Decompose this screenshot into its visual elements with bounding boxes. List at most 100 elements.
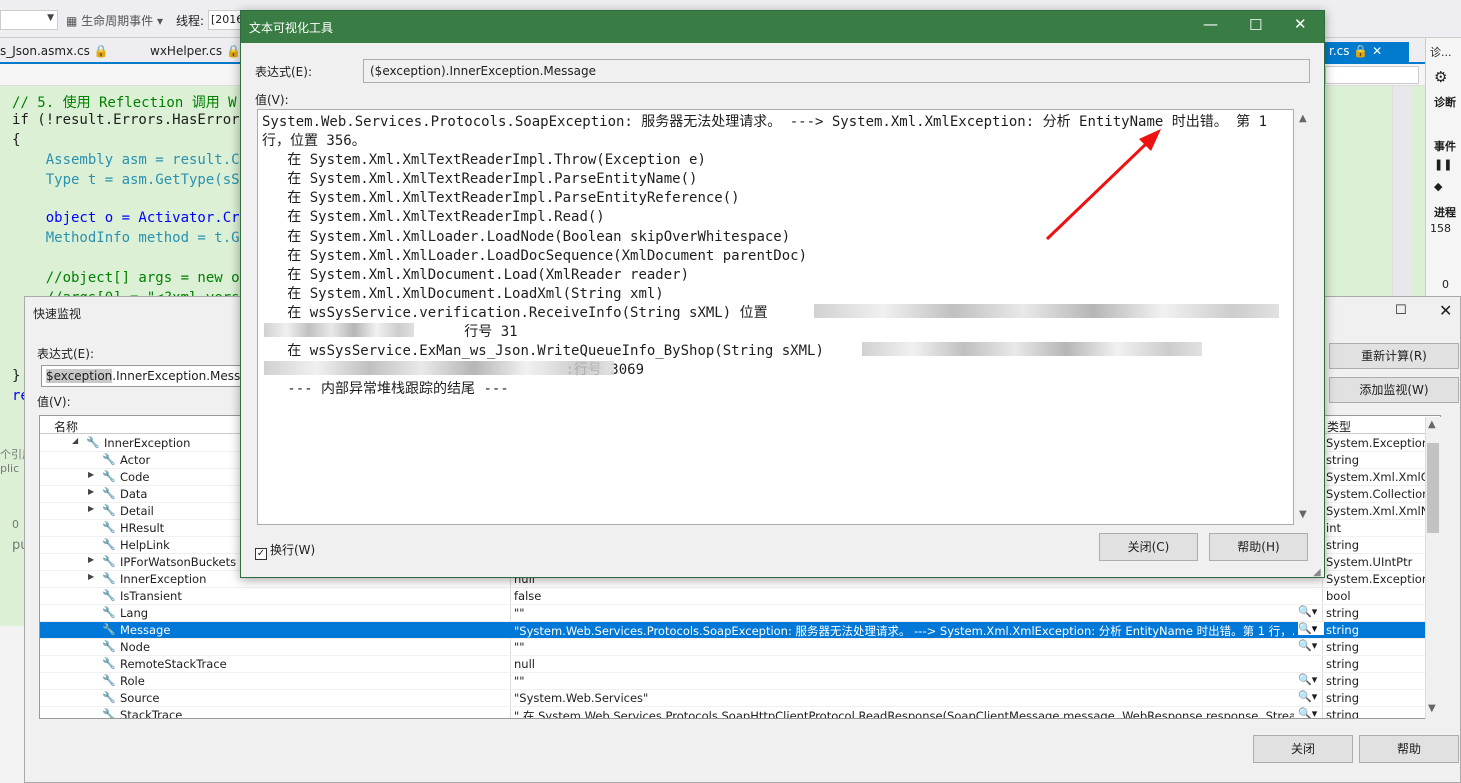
- expand-arrow-icon[interactable]: ◢: [72, 436, 78, 445]
- tab-wxhelper[interactable]: wxHelper.cs 🔒: [150, 44, 241, 58]
- row-name: RemoteStackTrace: [120, 657, 227, 671]
- row-type: string: [1326, 657, 1360, 671]
- checkmark-icon[interactable]: ✓: [255, 548, 267, 560]
- table-row[interactable]: 🔧 Source "System.Web.Services" 🔍▾ string: [40, 690, 1440, 707]
- table-row[interactable]: 🔧 RemoteStackTrace null string: [40, 656, 1440, 673]
- wrench-icon: 🔧: [102, 453, 116, 466]
- help-button[interactable]: 帮助: [1359, 735, 1459, 763]
- lifecycle-events-button[interactable]: ▦ 生命周期事件 ▾: [66, 12, 163, 29]
- wrench-icon: 🔧: [102, 487, 116, 500]
- row-value: "": [514, 606, 525, 620]
- close-icon[interactable]: ✕: [1439, 301, 1452, 320]
- code-line: MethodInfo method = t.G: [12, 230, 240, 246]
- expression-field[interactable]: ($exception).InnerException.Message: [363, 59, 1310, 83]
- magnifier-icon[interactable]: 🔍▾: [1298, 605, 1317, 618]
- column-name[interactable]: 名称: [54, 418, 78, 435]
- chevron-down-icon: ▼: [47, 13, 54, 23]
- wrench-icon: 🔧: [102, 538, 116, 551]
- lock-icon: 🔒: [1353, 44, 1369, 58]
- magnifier-icon[interactable]: 🔍▾: [1298, 622, 1324, 635]
- row-type: bool: [1326, 589, 1351, 603]
- code-line: }: [12, 368, 21, 384]
- text-visualizer-dialog: 文本可视化工具 — ☐ ✕ 表达式(E): ($exception).Inner…: [240, 10, 1325, 578]
- expand-arrow-icon[interactable]: ▶: [88, 572, 94, 581]
- redacted-path: [264, 323, 414, 337]
- ide-dropdown[interactable]: ▼: [0, 10, 58, 30]
- close-button[interactable]: 关闭: [1253, 735, 1353, 763]
- diag-tab[interactable]: 诊...: [1430, 44, 1452, 60]
- expand-arrow-icon[interactable]: ▶: [88, 487, 94, 496]
- row-name: Actor: [120, 453, 151, 467]
- help-button[interactable]: 帮助(H): [1209, 533, 1308, 561]
- table-row[interactable]: 🔧 IsTransient false bool: [40, 588, 1440, 605]
- wrench-icon: 🔧: [102, 606, 116, 619]
- member-dropdown[interactable]: [1325, 66, 1419, 84]
- minimize-icon[interactable]: —: [1203, 15, 1218, 33]
- add-watch-button[interactable]: 添加监视(W): [1329, 377, 1459, 403]
- expand-arrow-icon[interactable]: ▶: [88, 555, 94, 564]
- redacted-path: [264, 361, 614, 375]
- row-type: string: [1326, 674, 1360, 688]
- table-row[interactable]: 🔧 Node "" 🔍▾ string: [40, 639, 1440, 656]
- table-row[interactable]: 🔧 Lang "" 🔍▾ string: [40, 605, 1440, 622]
- lock-icon: 🔒: [93, 44, 109, 58]
- column-type[interactable]: 类型: [1327, 418, 1351, 435]
- tab-json-asmx[interactable]: s_Json.asmx.cs 🔒: [0, 44, 109, 58]
- row-name: IsTransient: [120, 589, 182, 603]
- maximize-icon[interactable]: ☐: [1249, 16, 1262, 34]
- wrench-icon: 🔧: [102, 504, 116, 517]
- magnifier-icon[interactable]: 🔍▾: [1298, 639, 1317, 652]
- expression-label: 表达式(E):: [255, 65, 312, 79]
- wrench-icon: 🔧: [102, 572, 116, 585]
- textbox-scrollbar[interactable]: ▲ ▼: [1295, 109, 1312, 525]
- table-row[interactable]: 🔧 StackTrace " 在 System.Web.Services.Proto…: [40, 707, 1440, 719]
- row-name: Detail: [120, 504, 154, 518]
- expression-input[interactable]: $exception.InnerException.Message: [41, 365, 251, 387]
- value-textbox[interactable]: System.Web.Services.Protocols.SoapExcept…: [257, 109, 1294, 525]
- magnifier-icon[interactable]: 🔍▾: [1298, 690, 1317, 703]
- chevron-up-icon[interactable]: ▲: [1299, 113, 1307, 124]
- quickwatch-title: 快速监视: [33, 307, 82, 321]
- close-icon[interactable]: ✕: [1294, 15, 1307, 33]
- wrench-icon: 🔧: [102, 470, 116, 483]
- row-value: "": [514, 674, 525, 688]
- value-label: 值(V):: [37, 395, 71, 409]
- row-name: Role: [120, 674, 145, 688]
- tab-active-right[interactable]: r.cs 🔒 ✕: [1325, 42, 1409, 62]
- close-button[interactable]: 关闭(C): [1099, 533, 1198, 561]
- row-value: null: [514, 657, 535, 671]
- row-type: string: [1326, 691, 1360, 705]
- maximize-icon[interactable]: ☐: [1395, 303, 1407, 318]
- row-name: HResult: [120, 521, 165, 535]
- visualizer-title: 文本可视化工具: [249, 21, 334, 35]
- row-type: string: [1326, 623, 1360, 637]
- code-line: object o = Activator.Cr: [12, 210, 240, 226]
- magnifier-icon[interactable]: 🔍▾: [1298, 673, 1317, 686]
- chevron-down-icon[interactable]: ▼: [1299, 509, 1307, 520]
- row-type: System.Exception {...: [1326, 436, 1441, 450]
- expand-arrow-icon[interactable]: ▶: [88, 504, 94, 513]
- row-type: int: [1326, 521, 1341, 535]
- pause-icon[interactable]: ❚❚: [1434, 158, 1452, 171]
- expand-arrow-icon[interactable]: ▶: [88, 470, 94, 479]
- diag-events: 事件: [1434, 140, 1456, 153]
- redacted-path: [814, 304, 1279, 318]
- row-type: System.Exception: [1326, 572, 1430, 586]
- scroll-thumb[interactable]: [1427, 443, 1439, 533]
- row-type: string: [1326, 606, 1360, 620]
- thread-combo[interactable]: [2016: [208, 10, 242, 30]
- row-type: string: [1326, 708, 1360, 719]
- gear-icon[interactable]: ⚙: [1434, 68, 1447, 86]
- chevron-up-icon[interactable]: ▲: [1428, 419, 1436, 430]
- wrap-checkbox[interactable]: ✓ 换行(W): [255, 541, 315, 560]
- recalculate-button[interactable]: 重新计算(R): [1329, 343, 1459, 369]
- row-type: System.Xml.XmlNo...: [1326, 504, 1441, 518]
- table-row[interactable]: 🔧 Message "System.Web.Services.Protocols.S…: [40, 622, 1440, 639]
- magnifier-icon[interactable]: 🔍▾: [1298, 707, 1317, 718]
- resize-grip-icon[interactable]: ◢: [1313, 567, 1321, 578]
- row-name: InnerException: [104, 436, 191, 450]
- editor-scrollbar[interactable]: [1392, 86, 1412, 296]
- diag-title: 诊断: [1434, 96, 1456, 109]
- chevron-down-icon[interactable]: ▼: [1428, 703, 1436, 714]
- table-row[interactable]: 🔧 Role "" 🔍▾ string: [40, 673, 1440, 690]
